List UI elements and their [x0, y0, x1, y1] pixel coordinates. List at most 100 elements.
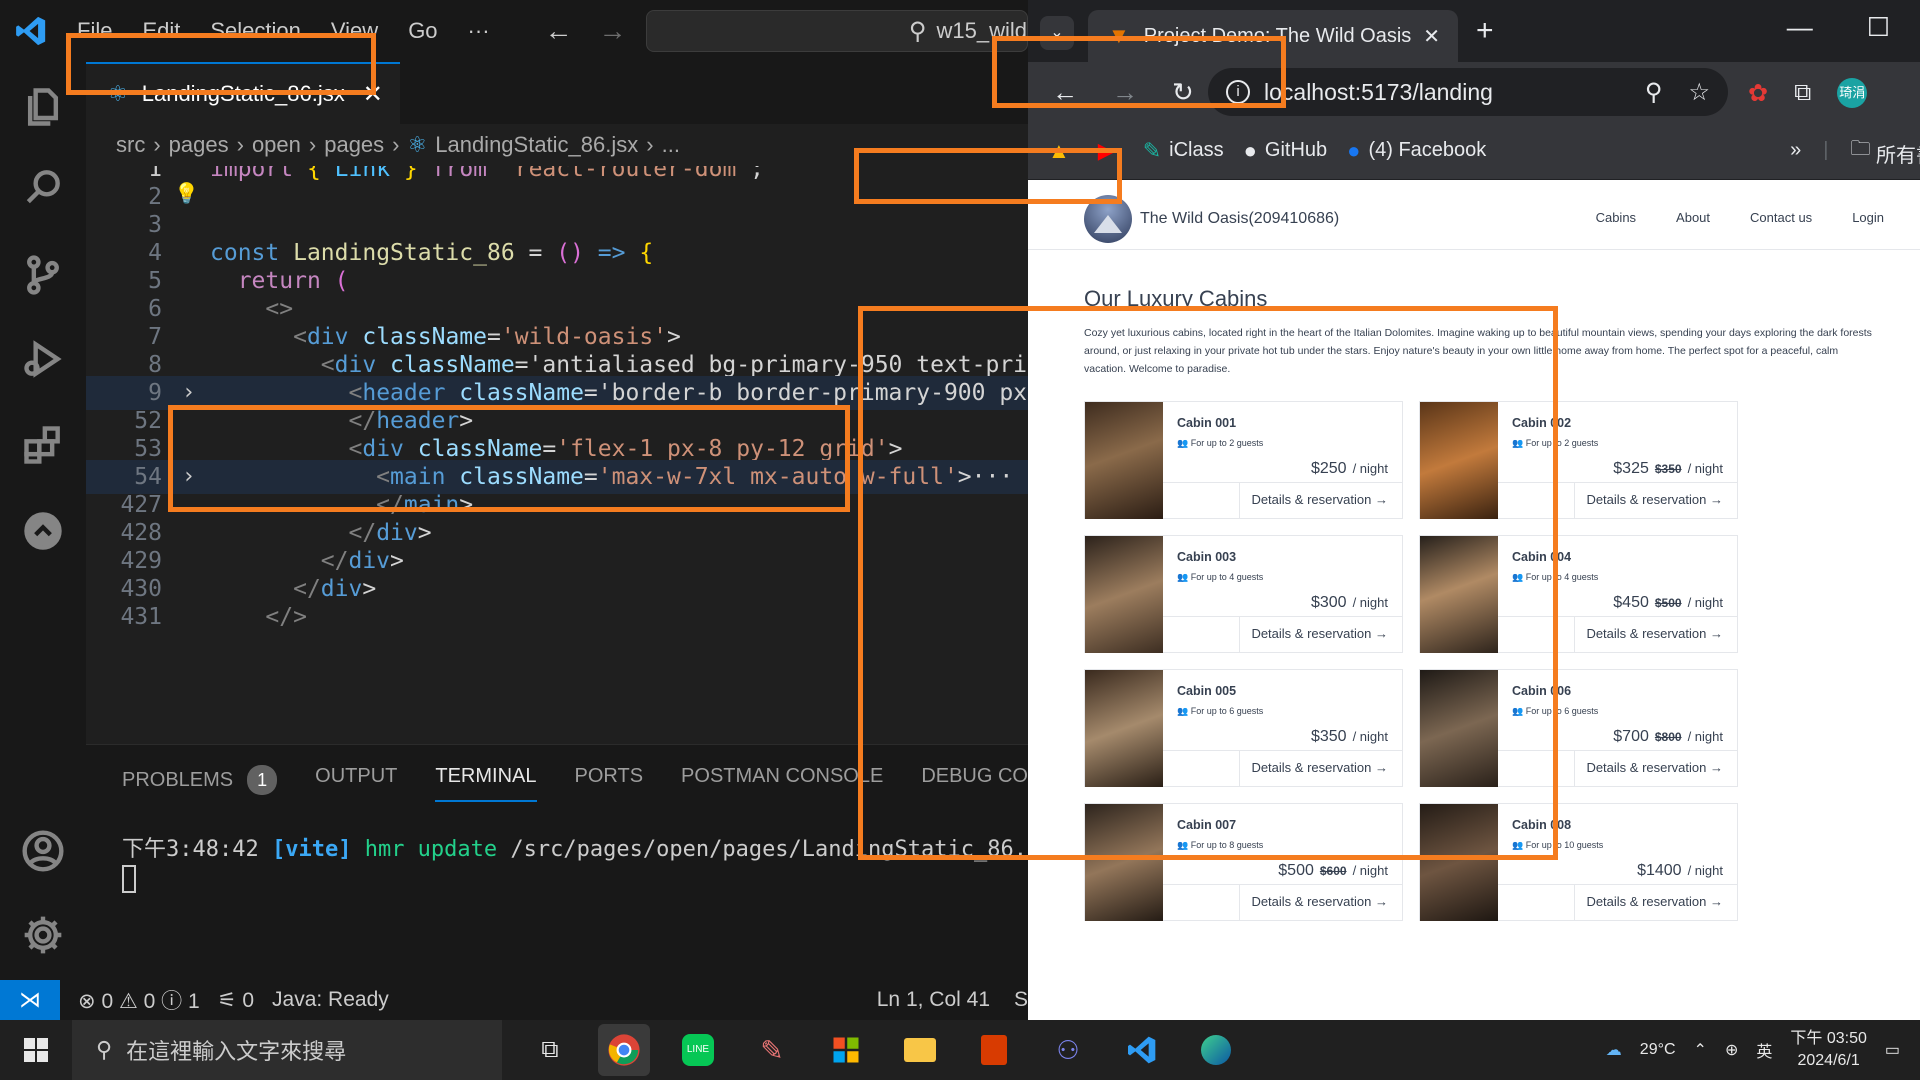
terminal-vite-tag: [vite]	[271, 837, 352, 862]
site-nav: Cabins About Contact us Login	[1596, 210, 1884, 225]
cabin-price: $700 $800 / night	[1613, 728, 1723, 746]
taskbar-apps: ⧉ LINE ✎ ⚇	[524, 1024, 1242, 1076]
zoom-icon[interactable]: ⚲	[1645, 78, 1663, 107]
price-old: $350	[1654, 462, 1682, 476]
back-arrow-icon[interactable]: ←	[545, 15, 573, 47]
panel-tab[interactable]: OUTPUT	[315, 765, 397, 802]
network-icon[interactable]: ⊕	[1725, 1040, 1738, 1060]
tray-chevron-icon[interactable]: ⌃	[1694, 1040, 1707, 1060]
search-icon[interactable]	[18, 162, 68, 212]
vscode-taskbar-icon[interactable]	[1116, 1024, 1168, 1076]
panel-tab-label: POSTMAN CONSOLE	[681, 765, 884, 787]
divider	[1574, 616, 1575, 653]
account-icon[interactable]	[18, 826, 68, 876]
bookmark-facebook[interactable]: ● (4) Facebook	[1347, 138, 1486, 164]
cabin-price: $450 $500 / night	[1613, 594, 1723, 612]
forward-arrow-icon[interactable]: →	[599, 15, 627, 47]
nav-link-cabins[interactable]: Cabins	[1596, 210, 1636, 225]
extensions-icon[interactable]	[18, 420, 68, 470]
breadcrumb-item[interactable]: src	[116, 132, 145, 158]
lightbulb-icon[interactable]: 💡	[174, 176, 199, 210]
panel-tab[interactable]: PORTS	[575, 765, 644, 802]
run-debug-icon[interactable]	[18, 334, 68, 384]
ime-indicator[interactable]: 英	[1756, 1038, 1772, 1062]
explorer-icon[interactable]	[18, 82, 68, 132]
teams-icon[interactable]: ⚇	[1042, 1024, 1094, 1076]
panel-tab-label: PORTS	[574, 765, 644, 787]
problems-status[interactable]: ⊗ 0 ⚠ 0 ⓘ 1	[78, 985, 200, 1015]
java-status[interactable]: Java: Ready	[272, 988, 389, 1012]
divider	[1574, 750, 1575, 787]
profile-avatar[interactable]: 琦涓	[1837, 78, 1868, 108]
settings-gear-icon[interactable]	[18, 910, 68, 960]
more-bookmarks-icon[interactable]: »	[1790, 139, 1801, 162]
ports-status[interactable]: ⚟ 0	[218, 988, 254, 1013]
status-extra: S	[1014, 988, 1028, 1011]
bookmark-github[interactable]: ● GitHub	[1244, 138, 1328, 164]
weather-icon[interactable]: ☁	[1606, 1040, 1622, 1060]
annotation-box-brand	[854, 148, 1122, 204]
nav-link-about[interactable]: About	[1676, 210, 1710, 225]
cursor-position[interactable]: Ln 1, Col 41	[877, 988, 990, 1012]
details-reservation-link[interactable]: Details & reservation →	[1251, 894, 1388, 909]
taskbar-search[interactable]: ⚲ 在這裡輸入文字來搜尋	[72, 1020, 502, 1080]
source-control-icon[interactable]	[18, 250, 68, 300]
breadcrumb-item[interactable]: pages	[324, 132, 384, 158]
remote-indicator-icon[interactable]: ⋊	[0, 980, 60, 1020]
store-icon[interactable]	[820, 1024, 872, 1076]
bookmark-iclass[interactable]: ✎ iClass	[1143, 138, 1224, 164]
office-icon[interactable]	[968, 1024, 1020, 1076]
breadcrumb-item[interactable]: pages	[169, 132, 229, 158]
nav-link-login[interactable]: Login	[1852, 210, 1884, 225]
nav-arrows: ← →	[545, 15, 627, 47]
chevron-right-icon: ›	[646, 132, 654, 157]
panel-tab-label: OUTPUT	[315, 765, 398, 787]
new-tab-plus-icon[interactable]: +	[1476, 14, 1494, 48]
breadcrumb-item[interactable]: open	[252, 132, 301, 158]
notification-icon[interactable]: ▭	[1885, 1040, 1900, 1060]
chrome-icon[interactable]	[598, 1024, 650, 1076]
line-icon[interactable]: LINE	[672, 1024, 724, 1076]
nav-link-contact-us[interactable]: Contact us	[1750, 210, 1812, 225]
menu-item[interactable]: Go	[393, 18, 452, 44]
file-explorer-icon[interactable]	[894, 1024, 946, 1076]
annotation-box-grid	[858, 306, 1558, 860]
clock-date: 2024/6/1	[1797, 1052, 1860, 1069]
breadcrumb-item[interactable]: ...	[662, 132, 680, 158]
details-reservation-link[interactable]: Details & reservation →	[1586, 760, 1723, 775]
price-current: $325	[1613, 460, 1649, 477]
details-reservation-link[interactable]: Details & reservation →	[1586, 894, 1723, 909]
weather-temp[interactable]: 29°C	[1640, 1041, 1676, 1059]
address-bar[interactable]: i localhost:5173/landing ⚲ ☆	[1208, 68, 1728, 116]
close-tab-icon[interactable]: ✕	[1423, 24, 1440, 49]
extension-red-icon[interactable]: ✿	[1748, 79, 1768, 108]
remote-explorer-icon[interactable]	[18, 506, 68, 556]
bookmark-label: GitHub	[1264, 139, 1328, 161]
details-reservation-link[interactable]: Details & reservation →	[1586, 492, 1723, 507]
maximize-icon[interactable]: ☐	[1867, 12, 1890, 43]
price-current: $500	[1278, 862, 1314, 879]
site-brand[interactable]: The Wild Oasis(209410686)	[1140, 210, 1339, 228]
all-bookmarks-folder[interactable]: 🗀 所有書籤	[1850, 134, 1920, 168]
chevron-right-icon: ›	[153, 132, 161, 157]
price-current: $700	[1613, 728, 1649, 745]
edge-icon[interactable]	[1190, 1024, 1242, 1076]
clock[interactable]: 下午 03:50 2024/6/1	[1790, 1028, 1867, 1072]
panel-tab[interactable]: TERMINAL	[435, 765, 537, 802]
paint-icon[interactable]: ✎	[746, 1024, 798, 1076]
menu-item[interactable]: ···	[453, 18, 505, 44]
panel-tab[interactable]: PROBLEMS 1	[122, 765, 278, 802]
task-view-icon[interactable]: ⧉	[524, 1024, 576, 1076]
command-center-search[interactable]: ⚲ w15_wild	[646, 10, 1028, 52]
extensions-puzzle-icon[interactable]: ⧉	[1794, 79, 1811, 107]
details-reservation-link[interactable]: Details & reservation →	[1586, 626, 1723, 641]
price-current: $1400	[1637, 862, 1682, 879]
status-bar: ⋊ ⊗ 0 ⚠ 0 ⓘ 1 ⚟ 0 Java: Ready Ln 1, Col …	[0, 980, 1028, 1020]
minimize-icon[interactable]: —	[1787, 12, 1813, 43]
panel-tab[interactable]: POSTMAN CONSOLE	[681, 765, 883, 802]
search-icon: ⚲	[96, 1037, 113, 1062]
windows-start-icon[interactable]	[0, 1038, 72, 1062]
breadcrumb-item[interactable]: LandingStatic_86.jsx	[435, 132, 638, 158]
problems-badge: 1	[247, 765, 278, 795]
bookmark-star-icon[interactable]: ☆	[1688, 78, 1710, 107]
